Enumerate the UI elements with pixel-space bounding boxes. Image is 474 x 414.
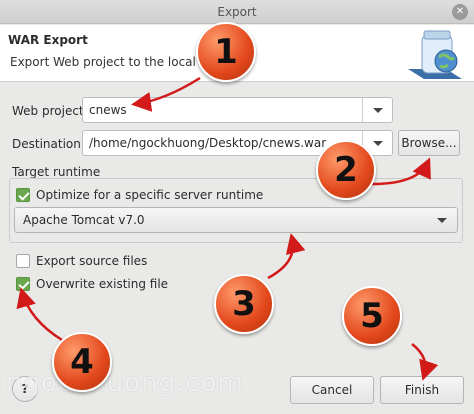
callout-marker-4: 4 [52,332,112,392]
callout-marker-2: 2 [316,140,376,200]
arrow-3 [267,233,306,280]
callout-marker-1: 1 [196,22,256,82]
callout-marker-5: 5 [342,286,402,346]
arrow-2 [371,157,431,186]
arrow-5 [411,343,439,381]
arrow-1 [131,76,201,112]
callout-marker-3: 3 [214,274,274,334]
arrow-4 [16,287,63,342]
